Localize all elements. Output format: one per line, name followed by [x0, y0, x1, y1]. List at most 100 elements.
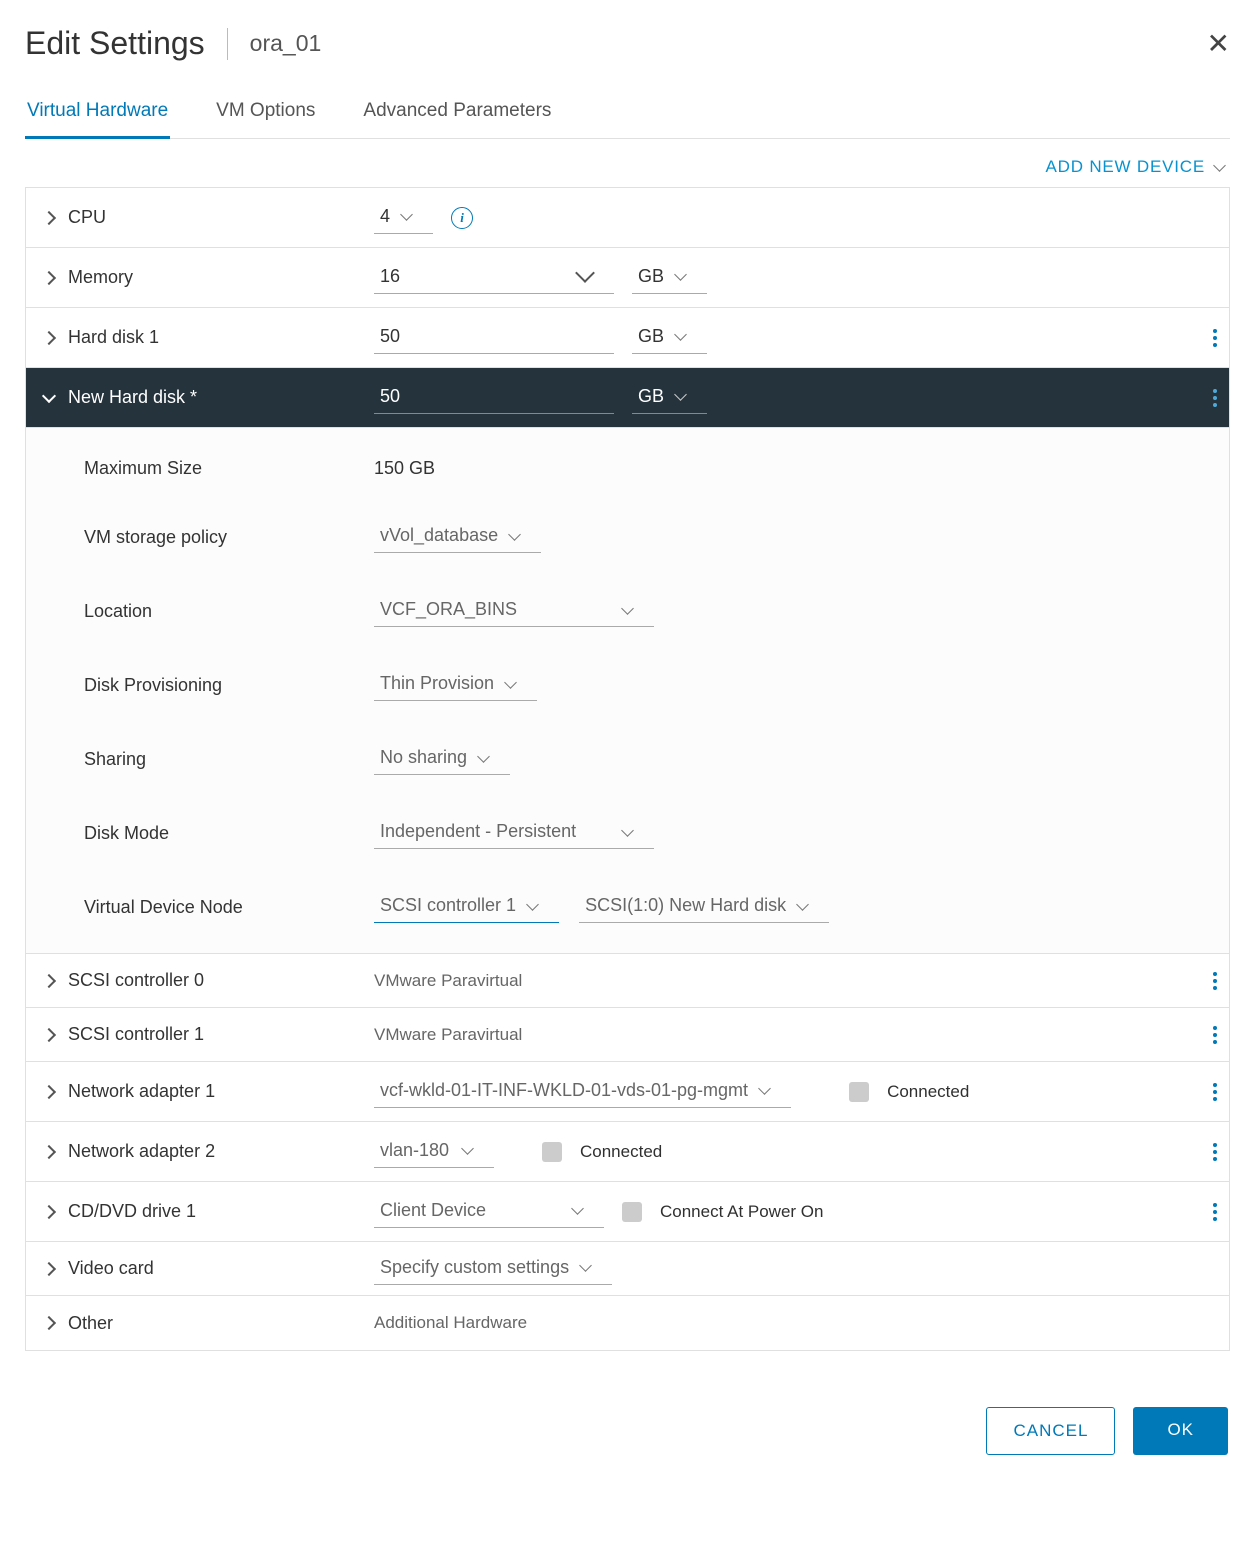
disk-mode-select[interactable]: Independent - Persistent	[374, 817, 654, 849]
cpu-count-select[interactable]: 4	[374, 202, 433, 234]
row-hard-disk-1: Hard disk 1 50 GB	[26, 308, 1229, 368]
provisioning-select[interactable]: Thin Provision	[374, 669, 537, 701]
hd1-size-input[interactable]: 50	[374, 322, 614, 354]
detail-label-location: Location	[84, 601, 374, 622]
chevron-down-icon	[508, 528, 521, 541]
ok-button[interactable]: OK	[1133, 1407, 1228, 1455]
detail-label-storage-policy: VM storage policy	[84, 527, 374, 548]
chevron-down-icon	[674, 268, 687, 281]
chevron-down-icon	[1213, 159, 1226, 172]
chevron-down-icon	[42, 388, 56, 402]
info-icon[interactable]: i	[451, 207, 473, 229]
dialog-title: Edit Settings	[25, 25, 205, 62]
chevron-down-icon	[621, 824, 634, 837]
row-label-cd-dvd[interactable]: CD/DVD drive 1	[44, 1201, 374, 1222]
video-settings-select[interactable]: Specify custom settings	[374, 1253, 612, 1285]
close-icon[interactable]: ✕	[1207, 30, 1230, 58]
row-label-memory[interactable]: Memory	[44, 267, 374, 288]
net1-connected-checkbox[interactable]	[849, 1082, 869, 1102]
net1-connected-label: Connected	[887, 1082, 969, 1102]
row-label-scsi-1[interactable]: SCSI controller 1	[44, 1024, 374, 1045]
memory-value-input[interactable]: 16	[374, 262, 614, 294]
row-actions-menu[interactable]	[1213, 389, 1217, 407]
row-network-2: Network adapter 2 vlan-180 Connected	[26, 1122, 1229, 1182]
row-other: Other Additional Hardware	[26, 1296, 1229, 1350]
chevron-right-icon	[42, 330, 56, 344]
row-label-new-hard-disk[interactable]: New Hard disk *	[44, 387, 374, 408]
dialog-subtitle: ora_01	[250, 30, 322, 57]
row-label-network-1[interactable]: Network adapter 1	[44, 1081, 374, 1102]
new-hd-size-input[interactable]: 50	[374, 382, 614, 414]
row-actions-menu[interactable]	[1213, 329, 1217, 347]
chevron-down-icon	[504, 676, 517, 689]
net2-connected-checkbox[interactable]	[542, 1142, 562, 1162]
chevron-down-icon	[796, 898, 809, 911]
dialog-header: Edit Settings ora_01 ✕	[25, 25, 1230, 62]
row-actions-menu[interactable]	[1213, 972, 1217, 990]
net1-portgroup-select[interactable]: vcf-wkld-01-IT-INF-WKLD-01-vds-01-pg-mgm…	[374, 1076, 791, 1108]
row-label-cpu[interactable]: CPU	[44, 207, 374, 228]
net2-portgroup-select[interactable]: vlan-180	[374, 1136, 494, 1168]
chevron-down-icon	[674, 328, 687, 341]
hd1-unit-select[interactable]: GB	[632, 322, 707, 354]
chevron-down-icon	[575, 263, 595, 283]
row-actions-menu[interactable]	[1213, 1083, 1217, 1101]
row-scsi-0: SCSI controller 0 VMware Paravirtual	[26, 954, 1229, 1008]
row-label-other[interactable]: Other	[44, 1313, 374, 1334]
storage-policy-select[interactable]: vVol_database	[374, 521, 541, 553]
chevron-down-icon	[579, 1259, 592, 1272]
chevron-down-icon	[621, 602, 634, 615]
tab-virtual-hardware[interactable]: Virtual Hardware	[25, 100, 170, 139]
cancel-button[interactable]: CANCEL	[986, 1407, 1115, 1455]
chevron-down-icon	[526, 898, 539, 911]
cd-device-select[interactable]: Client Device	[374, 1196, 604, 1228]
row-actions-menu[interactable]	[1213, 1143, 1217, 1161]
cd-connect-poweron-label: Connect At Power On	[660, 1202, 823, 1222]
tab-vm-options[interactable]: VM Options	[214, 100, 317, 139]
chevron-down-icon	[477, 750, 490, 763]
tab-advanced-parameters[interactable]: Advanced Parameters	[361, 100, 553, 139]
add-device-bar: ADD NEW DEVICE	[25, 139, 1230, 187]
memory-unit-select[interactable]: GB	[632, 262, 707, 294]
location-select[interactable]: VCF_ORA_BINS	[374, 595, 654, 627]
row-label-network-2[interactable]: Network adapter 2	[44, 1141, 374, 1162]
chevron-right-icon	[42, 1084, 56, 1098]
net2-connected-label: Connected	[580, 1142, 662, 1162]
other-value: Additional Hardware	[374, 1313, 527, 1333]
row-label-hard-disk-1[interactable]: Hard disk 1	[44, 327, 374, 348]
new-hard-disk-detail: Maximum Size 150 GB VM storage policy vV…	[26, 428, 1229, 954]
chevron-down-icon	[758, 1082, 771, 1095]
title-separator	[227, 28, 228, 60]
scsi-1-type: VMware Paravirtual	[374, 1025, 522, 1045]
row-label-scsi-0[interactable]: SCSI controller 0	[44, 970, 374, 991]
row-cpu: CPU 4 i	[26, 188, 1229, 248]
row-new-hard-disk: New Hard disk * 50 GB	[26, 368, 1229, 428]
row-actions-menu[interactable]	[1213, 1203, 1217, 1221]
row-memory: Memory 16 GB	[26, 248, 1229, 308]
row-scsi-1: SCSI controller 1 VMware Paravirtual	[26, 1008, 1229, 1062]
chevron-right-icon	[42, 973, 56, 987]
scsi-0-type: VMware Paravirtual	[374, 971, 522, 991]
detail-label-provisioning: Disk Provisioning	[84, 675, 374, 696]
row-network-1: Network adapter 1 vcf-wkld-01-IT-INF-WKL…	[26, 1062, 1229, 1122]
detail-label-disk-mode: Disk Mode	[84, 823, 374, 844]
chevron-down-icon	[674, 388, 687, 401]
cd-connect-poweron-checkbox[interactable]	[622, 1202, 642, 1222]
vdn-slot-select[interactable]: SCSI(1:0) New Hard disk	[579, 891, 829, 923]
chevron-right-icon	[42, 1261, 56, 1275]
add-new-device-button[interactable]: ADD NEW DEVICE	[1046, 157, 1225, 177]
row-actions-menu[interactable]	[1213, 1026, 1217, 1044]
detail-label-virtual-device-node: Virtual Device Node	[84, 897, 374, 918]
row-label-video-card[interactable]: Video card	[44, 1258, 374, 1279]
vdn-controller-select[interactable]: SCSI controller 1	[374, 891, 559, 923]
chevron-right-icon	[42, 1144, 56, 1158]
chevron-right-icon	[42, 1204, 56, 1218]
chevron-right-icon	[42, 1027, 56, 1041]
tab-bar: Virtual Hardware VM Options Advanced Par…	[25, 100, 1230, 139]
detail-label-sharing: Sharing	[84, 749, 374, 770]
new-hd-unit-select[interactable]: GB	[632, 382, 707, 414]
hardware-list: CPU 4 i Memory 16 GB	[25, 187, 1230, 1351]
dialog-footer: CANCEL OK	[25, 1407, 1230, 1455]
chevron-right-icon	[42, 1316, 56, 1330]
sharing-select[interactable]: No sharing	[374, 743, 510, 775]
